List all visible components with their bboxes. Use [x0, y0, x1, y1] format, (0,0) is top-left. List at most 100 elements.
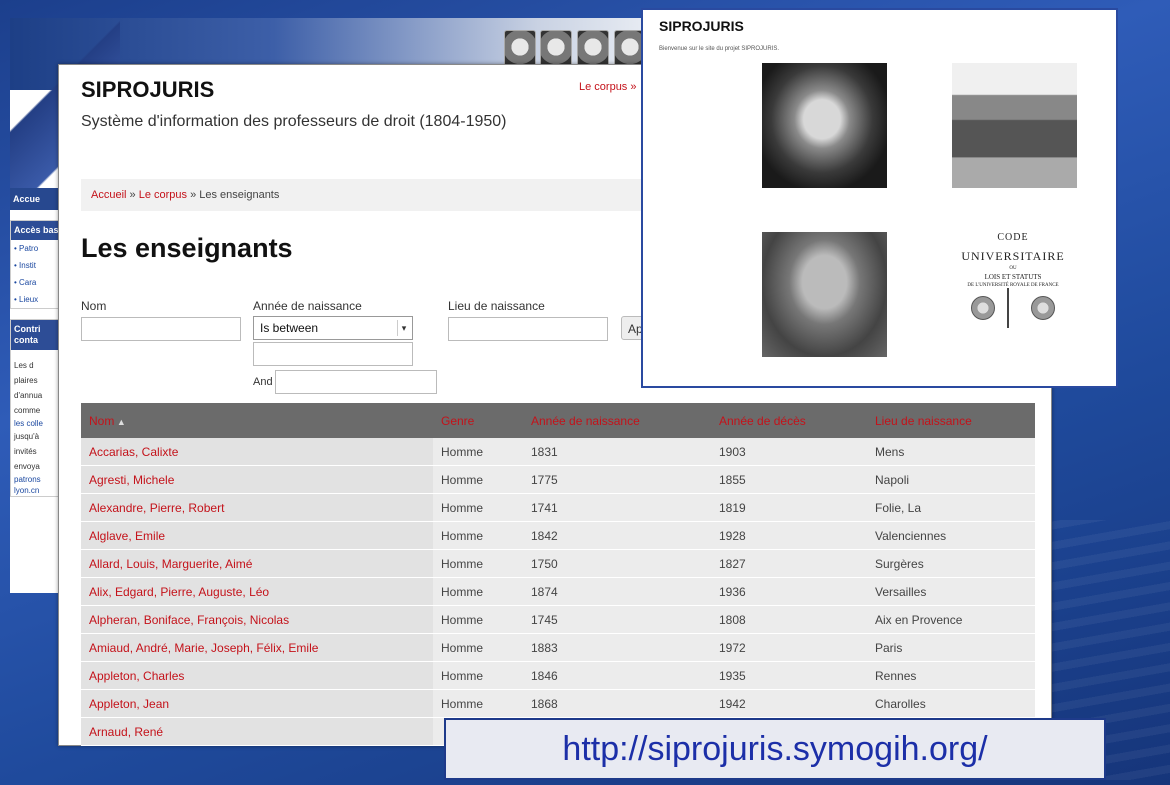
breadcrumb-current: Les enseignants	[199, 189, 280, 201]
cell-lieu: Mens	[867, 438, 1035, 466]
seal-icon	[971, 296, 995, 320]
cell-deces: 1935	[711, 661, 867, 690]
popup-title: SIPROJURIS	[659, 18, 744, 34]
cell-nom[interactable]: Accarias, Calixte	[81, 438, 433, 466]
cover-line: UNIVERSITAIRE	[961, 249, 1065, 263]
table-row: Agresti, Michele Homme 1775 1855 Napoli	[81, 465, 1035, 494]
breadcrumb-separator: »	[187, 189, 200, 201]
cell-lieu: Versailles	[867, 577, 1035, 606]
table-header-row: Nom ▲ Genre Année de naissance Année de …	[81, 403, 1035, 438]
table-row: Alix, Edgard, Pierre, Auguste, Léo Homme 1…	[81, 577, 1035, 606]
home-page-popup: SIPROJURIS Bienvenue sur le site du proj…	[641, 8, 1118, 388]
building-photo	[952, 63, 1077, 188]
cell-genre: Homme	[433, 438, 523, 466]
cell-nom[interactable]: Alpheran, Boniface, François, Nicolas	[81, 605, 433, 634]
table-row: Alglave, Emile Homme 1842 1928 Valenciennes	[81, 521, 1035, 550]
operator-select[interactable]: Is between ▾	[253, 316, 413, 340]
cell-deces: 1855	[711, 465, 867, 494]
cover-line: OU	[1009, 266, 1017, 271]
cell-deces: 1903	[711, 438, 867, 466]
cell-naissance: 1831	[523, 438, 711, 466]
cell-naissance: 1883	[523, 633, 711, 662]
breadcrumb-corpus[interactable]: Le corpus	[139, 189, 187, 201]
cell-nom[interactable]: Allard, Louis, Marguerite, Aimé	[81, 549, 433, 578]
cover-line: LOIS ET STATUTS	[984, 273, 1042, 281]
cell-nom[interactable]: Alglave, Emile	[81, 521, 433, 550]
cell-naissance: 1874	[523, 577, 711, 606]
cell-lieu: Aix en Provence	[867, 605, 1035, 634]
breadcrumb-home[interactable]: Accueil	[91, 189, 126, 201]
dropdown-arrow-icon: ▾	[397, 320, 410, 336]
cell-naissance: 1846	[523, 661, 711, 690]
portrait-photo	[762, 63, 887, 188]
cell-deces: 1819	[711, 493, 867, 522]
and-label: And	[253, 376, 273, 388]
cell-genre: Homme	[433, 605, 523, 634]
annee-max-input[interactable]	[275, 370, 437, 394]
cell-genre: Homme	[433, 521, 523, 550]
filter-label-annee: Année de naissance	[253, 299, 362, 313]
cell-lieu: Charolles	[867, 689, 1035, 718]
cell-lieu: Valenciennes	[867, 521, 1035, 550]
column-header-genre[interactable]: Genre	[433, 403, 523, 438]
cell-nom[interactable]: Appleton, Charles	[81, 661, 433, 690]
cell-genre: Homme	[433, 577, 523, 606]
column-header-naissance[interactable]: Année de naissance	[523, 403, 711, 438]
cell-nom[interactable]: Amiaud, André, Marie, Joseph, Félix, Emi…	[81, 633, 433, 662]
cell-naissance: 1842	[523, 521, 711, 550]
site-title[interactable]: SIPROJURIS	[81, 77, 214, 103]
column-header-deces[interactable]: Année de décès	[711, 403, 867, 438]
table-row: Amiaud, André, Marie, Joseph, Félix, Emi…	[81, 633, 1035, 662]
cell-deces: 1942	[711, 689, 867, 718]
breadcrumb: Accueil » Le corpus » Les enseignants	[81, 179, 671, 211]
enseignants-table: Nom ▲ Genre Année de naissance Année de …	[81, 403, 1035, 746]
seal-icon	[1031, 296, 1055, 320]
column-header-lieu[interactable]: Lieu de naissance	[867, 403, 1035, 438]
cell-naissance: 1775	[523, 465, 711, 494]
breadcrumb-separator: »	[126, 189, 139, 201]
cell-genre: Homme	[433, 465, 523, 494]
cell-naissance: 1750	[523, 549, 711, 578]
cell-deces: 1827	[711, 549, 867, 578]
cell-deces: 1972	[711, 633, 867, 662]
page-title: Les enseignants	[81, 233, 293, 263]
column-header-nom[interactable]: Nom ▲	[81, 403, 433, 438]
table-row: Appleton, Jean Homme 1868 1942 Charolles	[81, 689, 1035, 718]
cell-deces: 1936	[711, 577, 867, 606]
table-row: Alexandre, Pierre, Robert Homme 1741 1819 Fo…	[81, 493, 1035, 522]
cell-naissance: 1868	[523, 689, 711, 718]
url-caption: http://siprojuris.symogih.org/	[444, 718, 1106, 780]
cell-genre: Homme	[433, 549, 523, 578]
nav-link-corpus[interactable]: Le corpus »	[579, 81, 636, 93]
cell-deces: 1808	[711, 605, 867, 634]
sculpture-photo	[762, 232, 887, 357]
operator-select-value: Is between	[260, 321, 319, 335]
cell-genre: Homme	[433, 493, 523, 522]
cell-genre: Homme	[433, 689, 523, 718]
cell-deces: 1928	[711, 521, 867, 550]
cell-naissance: 1745	[523, 605, 711, 634]
table-row: Accarias, Calixte Homme 1831 1903 Mens	[81, 438, 1035, 466]
site-subtitle: Système d'information des professeurs de…	[81, 113, 507, 130]
cell-nom[interactable]: Alexandre, Pierre, Robert	[81, 493, 433, 522]
cell-nom[interactable]: Agresti, Michele	[81, 465, 433, 494]
annee-min-input[interactable]	[253, 342, 413, 366]
sort-asc-icon: ▲	[114, 416, 126, 427]
cell-lieu: Paris	[867, 633, 1035, 662]
nom-input[interactable]	[81, 317, 241, 341]
table-row: Allard, Louis, Marguerite, Aimé Homme 1750…	[81, 549, 1035, 578]
cell-lieu: Surgères	[867, 549, 1035, 578]
cell-nom[interactable]: Appleton, Jean	[81, 689, 433, 718]
cell-lieu: Folie, La	[867, 493, 1035, 522]
cell-nom[interactable]: Alix, Edgard, Pierre, Auguste, Léo	[81, 577, 433, 606]
lieu-input[interactable]	[448, 317, 608, 341]
cell-genre: Homme	[433, 633, 523, 662]
code-universitaire-cover: CODE UNIVERSITAIRE OU LOIS ET STATUTS DE…	[933, 230, 1093, 370]
cell-genre: Homme	[433, 661, 523, 690]
filter-label-nom: Nom	[81, 299, 107, 313]
cell-naissance: 1741	[523, 493, 711, 522]
filter-label-lieu: Lieu de naissance	[448, 299, 545, 313]
cell-nom[interactable]: Arnaud, René	[81, 717, 433, 746]
cover-line: CODE	[997, 232, 1029, 243]
cell-lieu: Rennes	[867, 661, 1035, 690]
